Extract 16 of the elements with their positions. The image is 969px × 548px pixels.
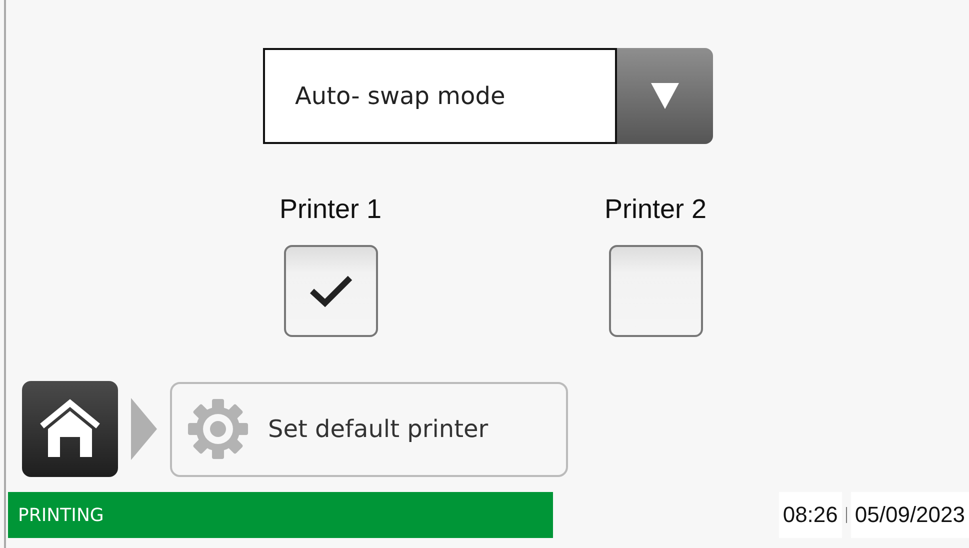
home-icon: [39, 399, 101, 459]
mode-dropdown[interactable]: Auto- swap mode: [263, 48, 617, 144]
caret-icon: [651, 83, 679, 109]
date-text: 05/09/2023: [850, 492, 969, 538]
checkmark-icon: [308, 274, 352, 308]
time-text: 08:26: [778, 492, 842, 538]
dropdown-button[interactable]: [617, 48, 713, 144]
breadcrumb-arrow-icon: [131, 398, 157, 460]
status-text: PRINTING: [18, 504, 104, 526]
breadcrumb-button[interactable]: Set default printer: [170, 382, 568, 476]
printer-label: Printer 1: [279, 194, 382, 225]
printer-label: Printer 2: [604, 194, 707, 225]
printer-checkbox[interactable]: [284, 245, 378, 337]
gear-icon: [188, 399, 248, 459]
home-button[interactable]: [22, 381, 118, 477]
printer-checkbox[interactable]: [608, 245, 702, 337]
